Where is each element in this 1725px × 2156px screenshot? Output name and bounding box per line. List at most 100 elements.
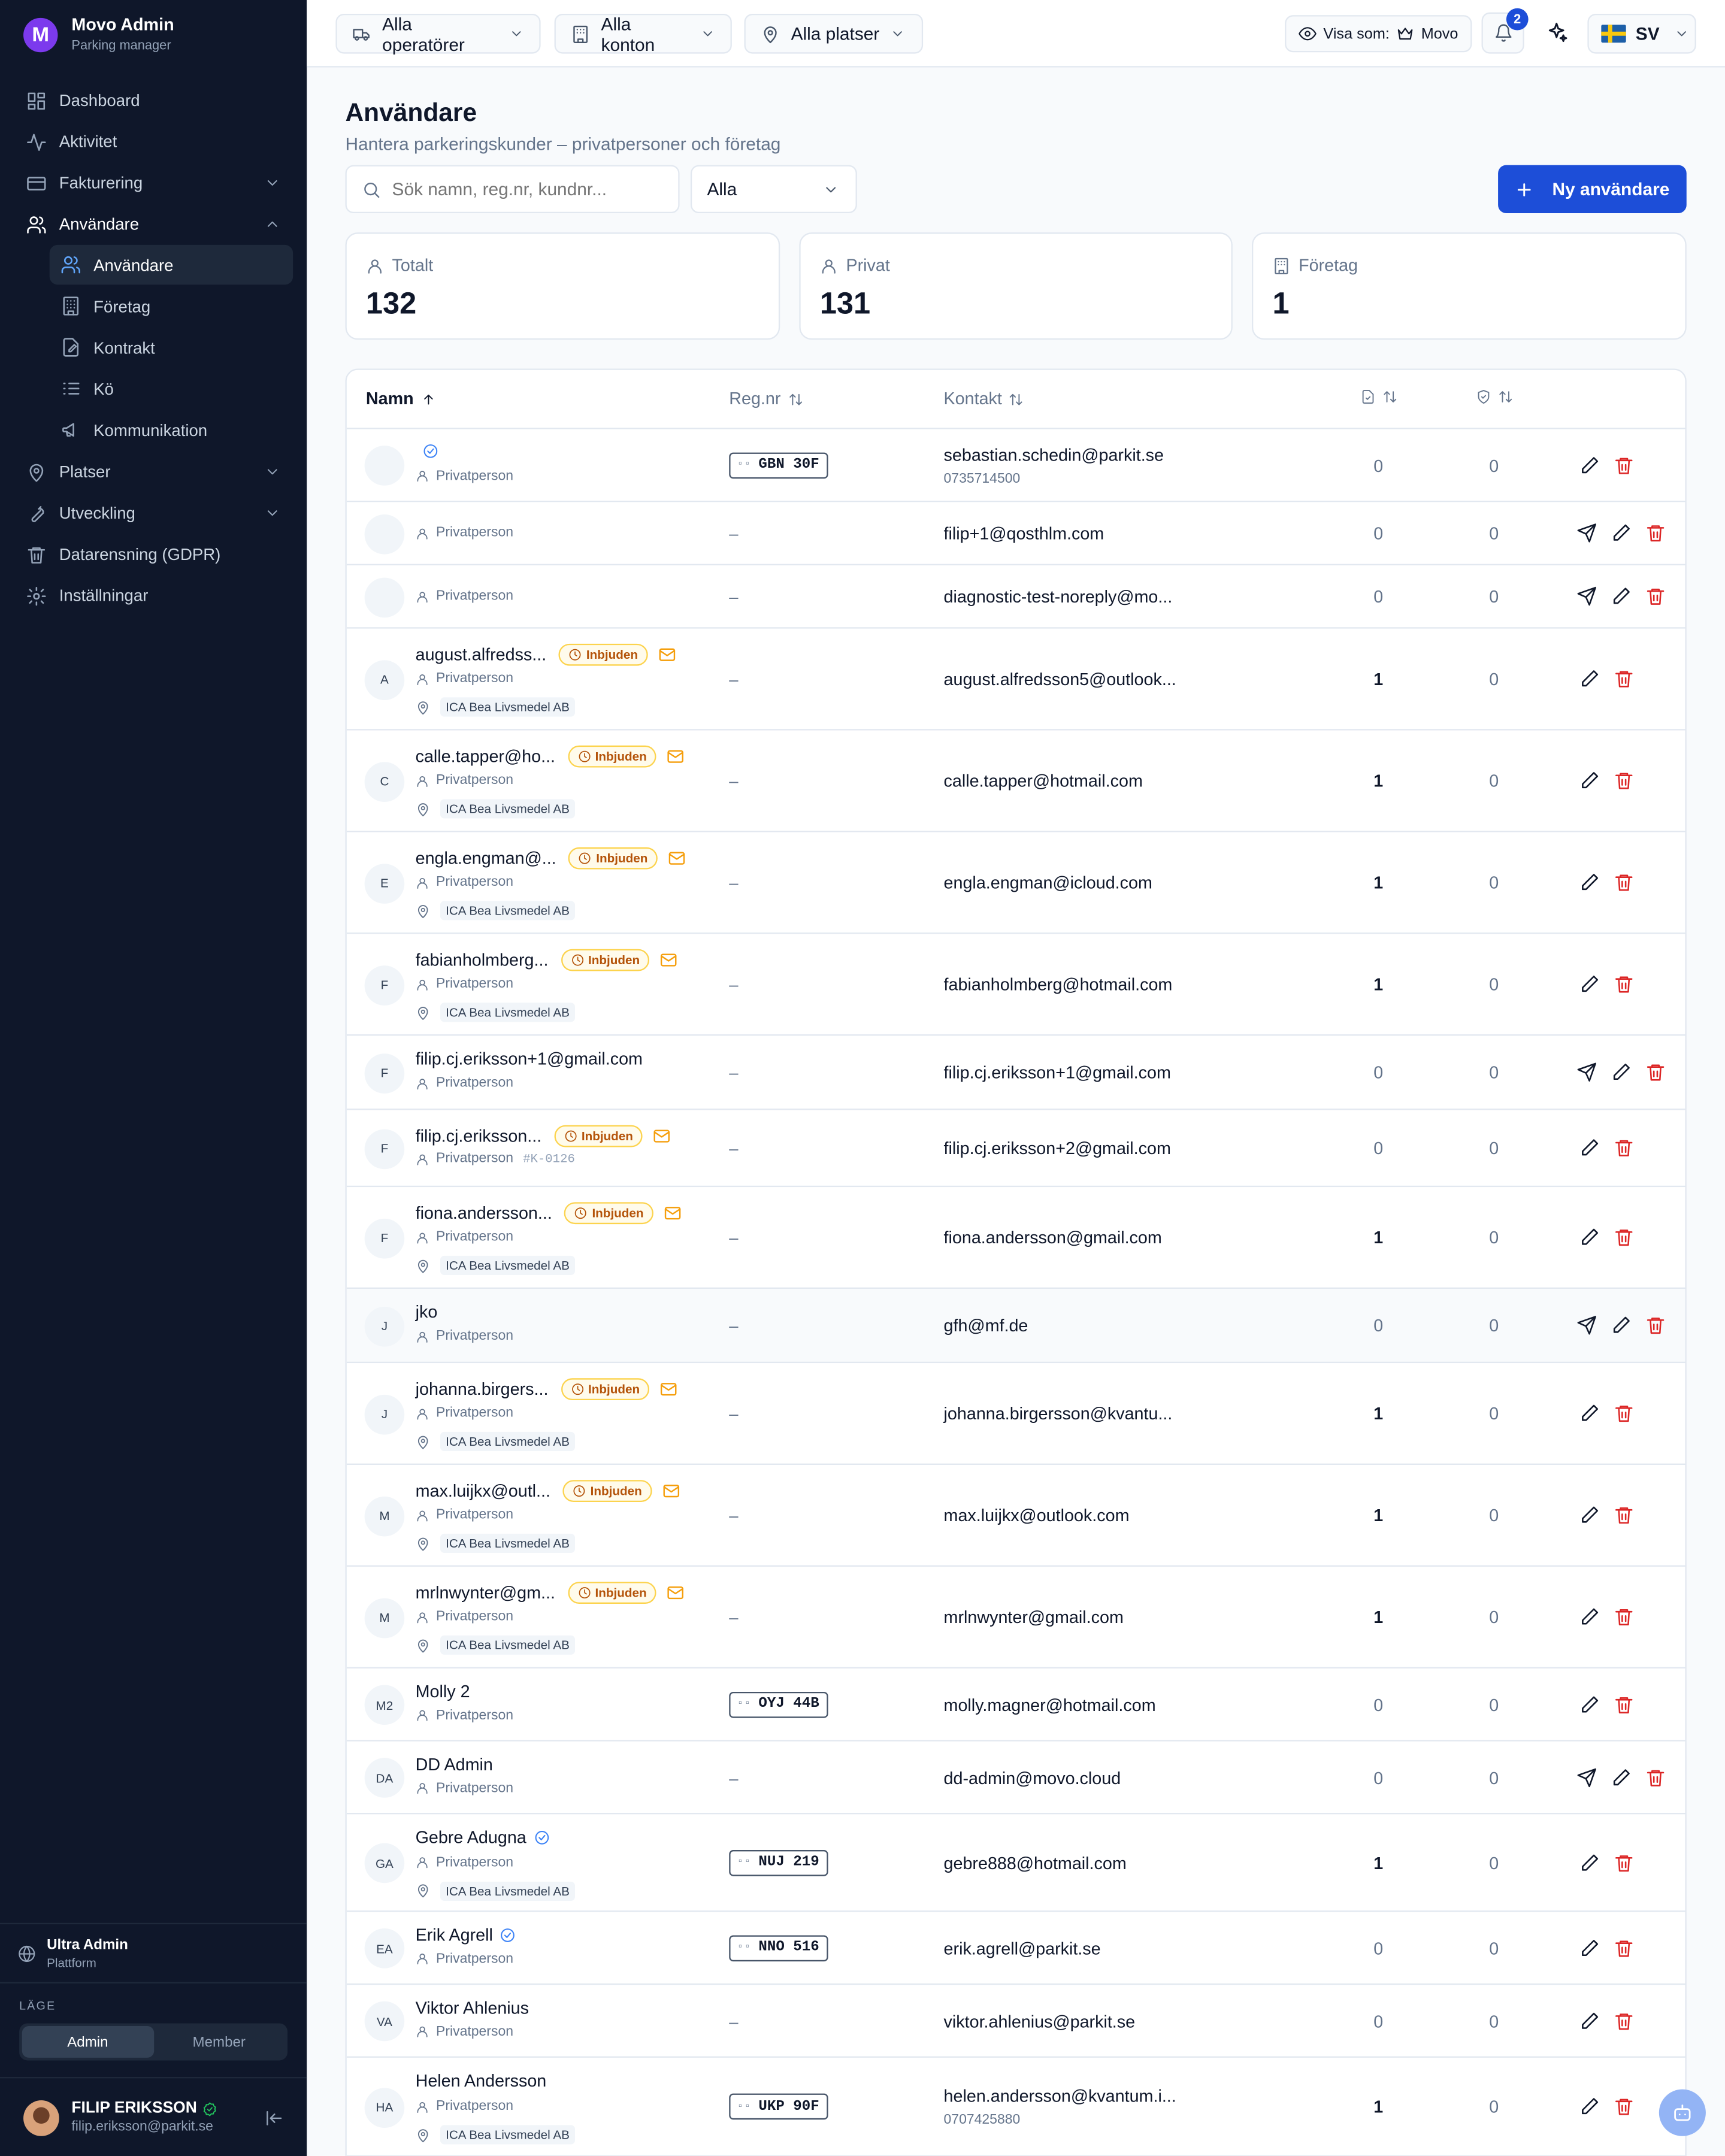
sidebar-subitem-kommunikation[interactable]: Kommunikation [50, 410, 293, 450]
sidebar-subitem-kontrakt[interactable]: Kontrakt [50, 328, 293, 368]
delete-button[interactable] [1614, 872, 1634, 892]
delete-button[interactable] [1614, 974, 1634, 994]
edit-button[interactable] [1579, 1227, 1600, 1247]
language-selector[interactable]: SV [1587, 13, 1696, 54]
user-name-cell[interactable]: mrlnwynter@gm... Inbjuden [416, 1582, 685, 1604]
delete-button[interactable] [1614, 1505, 1634, 1525]
send-invite-button[interactable] [1576, 1062, 1597, 1082]
sidebar-subitem-foretag[interactable]: Företag [50, 286, 293, 326]
table-row[interactable]: M2 Molly 2 Privatperson ▫▫ OYJ 44B molly.ma… [346, 1669, 1685, 1742]
user-name-cell[interactable]: calle.tapper@ho... Inbjuden [416, 745, 685, 768]
edit-button[interactable] [1579, 872, 1600, 892]
edit-button[interactable] [1579, 974, 1600, 994]
table-row[interactable]: F fabianholmberg... Inbjuden Privatperso… [346, 934, 1685, 1036]
user-name-cell[interactable]: fiona.andersson... Inbjuden [416, 1202, 682, 1225]
edit-button[interactable] [1579, 668, 1600, 689]
table-row[interactable]: F filip.cj.eriksson+1@gmail.com Privatpe… [346, 1035, 1685, 1110]
table-row[interactable]: EA Erik Agrell Privatperson ▫▫ NNO 516 erik… [346, 1912, 1685, 1985]
delete-button[interactable] [1614, 770, 1634, 791]
user-name-cell[interactable]: august.alfredss... Inbjuden [416, 643, 677, 666]
sidebar-item-anvandare[interactable]: Användare [14, 204, 293, 245]
delete-button[interactable] [1614, 1852, 1634, 1873]
user-name-cell[interactable]: Viktor Ahlenius [416, 1998, 529, 2017]
column-header-reg[interactable]: Reg.nr [729, 389, 803, 408]
edit-button[interactable] [1579, 1852, 1600, 1873]
mode-admin-button[interactable]: Admin [22, 2026, 154, 2058]
delete-button[interactable] [1614, 668, 1634, 689]
send-invite-button[interactable] [1576, 1315, 1597, 1336]
user-name-cell[interactable]: max.luijkx@outl... Inbjuden [416, 1480, 680, 1502]
delete-button[interactable] [1645, 1062, 1666, 1082]
new-user-button[interactable]: Ny användare [1498, 165, 1687, 213]
account-filter[interactable]: Alla konton [554, 13, 732, 54]
column-header-name[interactable]: Namn [366, 389, 436, 408]
table-row[interactable]: F filip.cj.eriksson... Inbjuden Privatpe… [346, 1110, 1685, 1188]
user-name-cell[interactable] [416, 442, 439, 459]
user-name-cell[interactable]: DD Admin [416, 1754, 493, 1773]
table-row[interactable]: J jko Privatperson – gfh@mf.de 0 0 [346, 1289, 1685, 1364]
edit-button[interactable] [1579, 1937, 1600, 1958]
table-row[interactable]: HA Helen Andersson Privatperson ICA Bea L… [346, 2058, 1685, 2156]
table-row[interactable]: VA Viktor Ahlenius Privatperson – viktor.a… [346, 1985, 1685, 2058]
column-header-contracts[interactable] [1360, 389, 1397, 404]
edit-button[interactable] [1579, 1607, 1600, 1627]
sidebar-item-gdpr[interactable]: Datarensning (GDPR) [14, 534, 293, 575]
delete-button[interactable] [1614, 2010, 1634, 2031]
edit-button[interactable] [1579, 770, 1600, 791]
edit-button[interactable] [1579, 2096, 1600, 2116]
table-row[interactable]: Privatperson ▫▫ GBN 30F sebastian.schedin@p… [346, 429, 1685, 502]
sidebar-item-utveckling[interactable]: Utveckling [14, 492, 293, 534]
delete-button[interactable] [1614, 1403, 1634, 1424]
search-input[interactable] [392, 178, 667, 200]
sidebar-item-platser[interactable]: Platser [14, 451, 293, 492]
edit-button[interactable] [1579, 455, 1600, 475]
user-name-cell[interactable]: fabianholmberg... Inbjuden [416, 949, 679, 971]
edit-button[interactable] [1579, 1403, 1600, 1424]
sidebar-subitem-ko[interactable]: Kö [50, 369, 293, 409]
edit-button[interactable] [1611, 1767, 1631, 1787]
delete-button[interactable] [1614, 1937, 1634, 1958]
send-invite-button[interactable] [1576, 523, 1597, 543]
user-name-cell[interactable]: Gebre Adugna [416, 1827, 550, 1846]
operator-filter[interactable]: Alla operatörer [335, 13, 541, 54]
user-name-cell[interactable]: johanna.birgers... Inbjuden [416, 1378, 679, 1401]
sidebar-item-aktivitet[interactable]: Aktivitet [14, 121, 293, 162]
delete-button[interactable] [1645, 586, 1666, 606]
edit-button[interactable] [1579, 1694, 1600, 1714]
edit-button[interactable] [1579, 1137, 1600, 1158]
org-switcher[interactable]: Ultra Admin Plattform [0, 1922, 307, 1982]
user-menu[interactable]: FILIP ERIKSSON filip.eriksson@parkit.se [0, 2077, 307, 2156]
view-as-selector[interactable]: Visa som: Movo [1285, 15, 1472, 53]
table-row[interactable]: F fiona.andersson... Inbjuden Privatpers… [346, 1187, 1685, 1289]
brand[interactable]: M Movo Admin Parking manager [23, 15, 174, 54]
table-row[interactable]: M max.luijkx@outl... Inbjuden Privatpers… [346, 1465, 1685, 1567]
delete-button[interactable] [1614, 1694, 1634, 1714]
delete-button[interactable] [1614, 1607, 1634, 1627]
user-name-cell[interactable]: Helen Andersson [416, 2072, 547, 2091]
table-row[interactable]: M mrlnwynter@gm... Inbjuden Privatperson… [346, 1567, 1685, 1669]
user-name-cell[interactable]: filip.cj.eriksson+1@gmail.com [416, 1049, 643, 1068]
edit-button[interactable] [1611, 586, 1631, 606]
delete-button[interactable] [1614, 455, 1634, 475]
edit-button[interactable] [1611, 1062, 1631, 1082]
delete-button[interactable] [1645, 523, 1666, 543]
sidebar-item-fakturering[interactable]: Fakturering [14, 162, 293, 204]
user-name-cell[interactable]: Molly 2 [416, 1682, 470, 1701]
column-header-contact[interactable]: Kontakt [944, 389, 1024, 408]
edit-button[interactable] [1579, 1505, 1600, 1525]
table-row[interactable]: Privatperson – filip+1@qosthlm.com 0 0 [346, 502, 1685, 565]
user-name-cell[interactable]: engla.engman@... Inbjuden [416, 847, 686, 870]
type-filter-select[interactable]: Alla [690, 165, 857, 213]
user-name-cell[interactable]: Erik Agrell [416, 1925, 516, 1944]
table-row[interactable]: Privatperson – diagnostic-test-noreply@mo.… [346, 565, 1685, 629]
table-row[interactable]: C calle.tapper@ho... Inbjuden Privatpers… [346, 731, 1685, 832]
mode-member-button[interactable]: Member [153, 2026, 285, 2058]
delete-button[interactable] [1614, 1137, 1634, 1158]
user-name-cell[interactable]: filip.cj.eriksson... Inbjuden [416, 1125, 672, 1147]
edit-button[interactable] [1611, 1315, 1631, 1336]
delete-button[interactable] [1645, 1315, 1666, 1336]
send-invite-button[interactable] [1576, 1767, 1597, 1787]
delete-button[interactable] [1614, 2096, 1634, 2116]
column-header-permits[interactable] [1476, 389, 1513, 404]
table-row[interactable]: A august.alfredss... Inbjuden Privatpers… [346, 629, 1685, 731]
